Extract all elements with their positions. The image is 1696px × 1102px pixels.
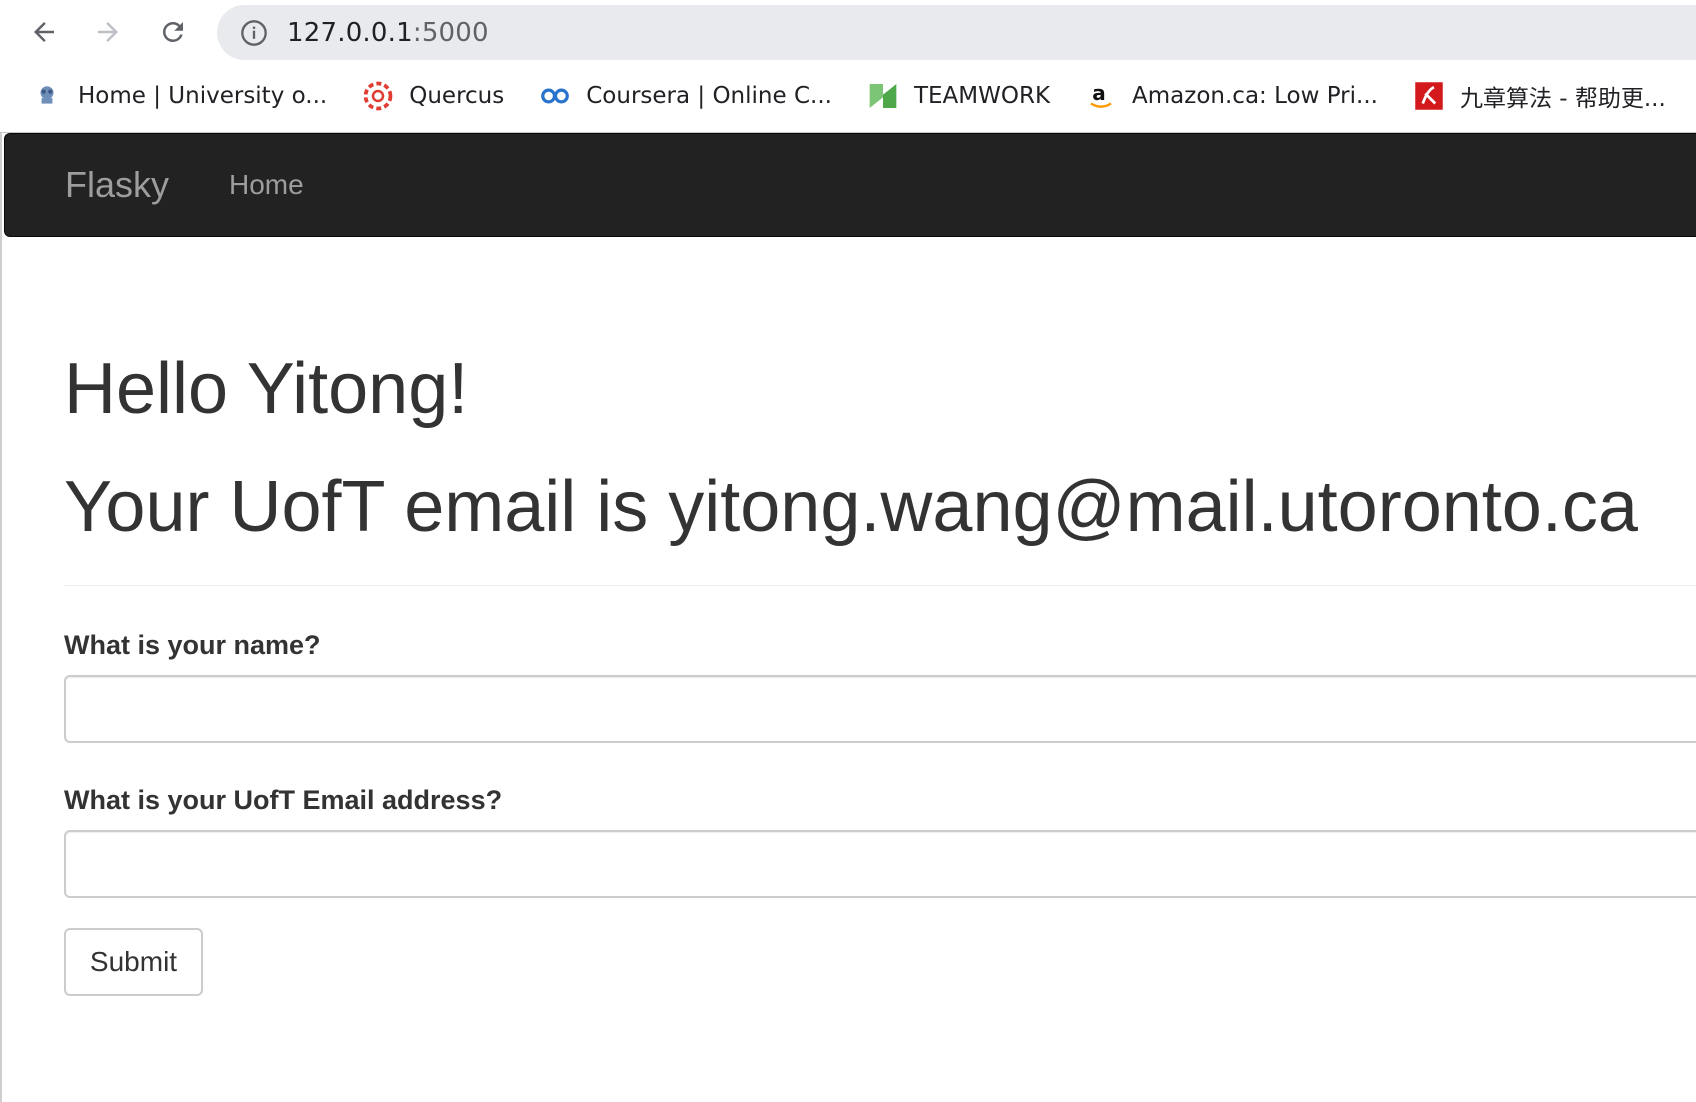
navbar-brand[interactable]: Flasky — [65, 164, 169, 206]
name-label: What is your name? — [64, 630, 321, 660]
name-input[interactable] — [64, 675, 1696, 743]
email-heading: Your UofT email is yitong.wang@mail.utor… — [64, 467, 1638, 547]
bookmark-label: 九章算法 - 帮助更... — [1459, 86, 1666, 112]
university-crest-icon — [30, 79, 64, 113]
reload-icon — [162, 21, 183, 42]
forward-button[interactable] — [86, 10, 130, 54]
bookmark-uoft-home[interactable]: Home | University o... — [30, 79, 327, 113]
info-icon[interactable] — [239, 18, 269, 48]
user-form: What is your name? What is your UofT Ema… — [64, 630, 1696, 996]
bookmark-teamwork[interactable]: TEAMWORK — [866, 79, 1050, 113]
greeting-heading: Hello Yitong! — [64, 349, 469, 429]
bookmark-coursera[interactable]: Coursera | Online C... — [538, 79, 832, 113]
email-label: What is your UofT Email address? — [64, 785, 503, 815]
bookmark-amazon[interactable]: a Amazon.ca: Low Pri... — [1084, 79, 1378, 113]
amazon-icon: a — [1084, 79, 1118, 113]
bookmark-quercus[interactable]: Quercus — [361, 79, 504, 113]
url-text: 127.0.0.1:5000 — [287, 18, 489, 48]
back-button[interactable] — [22, 10, 66, 54]
top-navbar: Flasky Home — [4, 133, 1696, 237]
teamwork-icon — [866, 79, 900, 113]
quercus-icon — [361, 79, 395, 113]
url-port: :5000 — [412, 17, 489, 48]
bookmark-jiuzhang[interactable]: 九章算法 - 帮助更... — [1412, 79, 1666, 113]
bookmark-label: Quercus — [409, 83, 505, 109]
jiuzhang-icon — [1412, 79, 1446, 113]
arrow-right-icon — [98, 22, 118, 42]
submit-button[interactable]: Submit — [64, 928, 203, 996]
browser-chrome: 127.0.0.1:5000 Home | University o... Qu… — [0, 0, 1696, 133]
main-content: Hello Yitong! Your UofT email is yitong.… — [64, 353, 1696, 996]
bookmark-label: TEAMWORK — [913, 83, 1051, 109]
bookmarks-bar: Home | University o... Quercus Coursera … — [0, 68, 1696, 124]
page-viewport: Flasky Home Hello Yitong! Your UofT emai… — [0, 133, 1696, 1102]
address-bar[interactable]: 127.0.0.1:5000 — [217, 5, 1696, 60]
browser-toolbar: 127.0.0.1:5000 — [0, 0, 1696, 64]
url-host: 127.0.0.1 — [287, 17, 413, 48]
nav-link-home[interactable]: Home — [229, 169, 304, 201]
bookmark-label: Coursera | Online C... — [586, 83, 832, 109]
arrow-left-icon — [34, 22, 54, 42]
bookmark-label: Home | University o... — [78, 83, 328, 109]
reload-button[interactable] — [151, 10, 195, 54]
svg-text:a: a — [1092, 81, 1106, 105]
coursera-icon — [538, 79, 572, 113]
email-input[interactable] — [64, 830, 1696, 898]
bookmark-label: Amazon.ca: Low Pri... — [1132, 83, 1378, 109]
divider — [64, 585, 1696, 586]
